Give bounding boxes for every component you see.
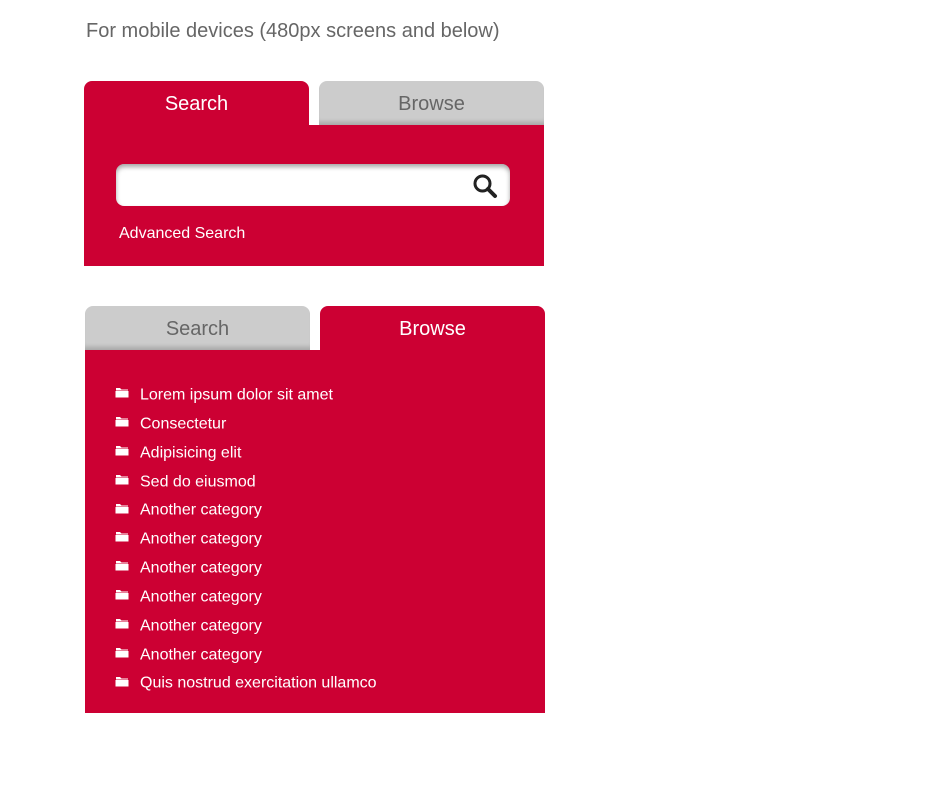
folder-icon — [115, 590, 129, 600]
category-label: Adipisicing elit — [140, 443, 242, 461]
folder-icon — [115, 561, 129, 571]
folder-icon — [115, 647, 129, 658]
category-label: Lorem ipsum dolor sit amet — [140, 386, 333, 404]
folder-icon — [115, 445, 129, 456]
folder-icon — [115, 532, 129, 542]
tab-bar: Search Browse — [84, 81, 544, 125]
category-list: Lorem ipsum dolor sit amet Consectetur Adi… — [115, 380, 377, 697]
category-item[interactable]: Another category — [115, 495, 377, 524]
category-item[interactable]: Another category — [115, 524, 377, 553]
tab-browse[interactable]: Browse — [320, 306, 545, 350]
category-item[interactable]: Another category — [115, 582, 377, 611]
tab-bar: Search Browse — [85, 306, 545, 350]
category-label: Quis nostrud exercitation ullamco — [140, 674, 377, 692]
tab-search[interactable]: Search — [85, 306, 310, 350]
tab-browse[interactable]: Browse — [319, 81, 544, 125]
folder-icon — [115, 503, 129, 514]
category-item[interactable]: Quis nostrud exercitation ullamco — [115, 668, 377, 697]
folder-icon — [115, 388, 129, 398]
browse-panel: Lorem ipsum dolor sit amet Consectetur Adi… — [85, 350, 545, 713]
category-label: Another category — [140, 559, 262, 577]
category-label: Another category — [140, 645, 262, 663]
advanced-search-link[interactable]: Advanced Search — [119, 225, 245, 243]
category-item[interactable]: Adipisicing elit — [115, 438, 377, 467]
category-item[interactable]: Consectetur — [115, 409, 377, 438]
page-heading: For mobile devices (480px screens and be… — [86, 20, 500, 42]
category-label: Another category — [140, 588, 262, 606]
category-item[interactable]: Sed do eiusmod — [115, 467, 377, 496]
category-item[interactable]: Lorem ipsum dolor sit amet — [115, 380, 377, 409]
folder-icon — [115, 619, 129, 629]
category-item[interactable]: Another category — [115, 553, 377, 582]
category-item[interactable]: Another category — [115, 611, 377, 640]
category-label: Another category — [140, 501, 262, 519]
category-label: Sed do eiusmod — [140, 472, 256, 490]
search-input[interactable] — [124, 170, 458, 202]
category-label: Another category — [140, 530, 262, 548]
category-label: Another category — [140, 617, 262, 635]
search-widget: Search Browse Advanced Search — [84, 81, 544, 266]
tab-search[interactable]: Search — [84, 81, 309, 125]
folder-icon — [115, 676, 129, 687]
category-item[interactable]: Another category — [115, 640, 377, 669]
browse-widget: Search Browse Lorem ipsum dolor sit amet… — [85, 306, 545, 713]
folder-icon — [115, 474, 129, 485]
category-label: Consectetur — [140, 415, 227, 433]
folder-icon — [115, 417, 129, 427]
search-icon[interactable] — [472, 173, 498, 199]
search-box — [116, 164, 510, 206]
search-panel: Advanced Search — [84, 125, 544, 266]
